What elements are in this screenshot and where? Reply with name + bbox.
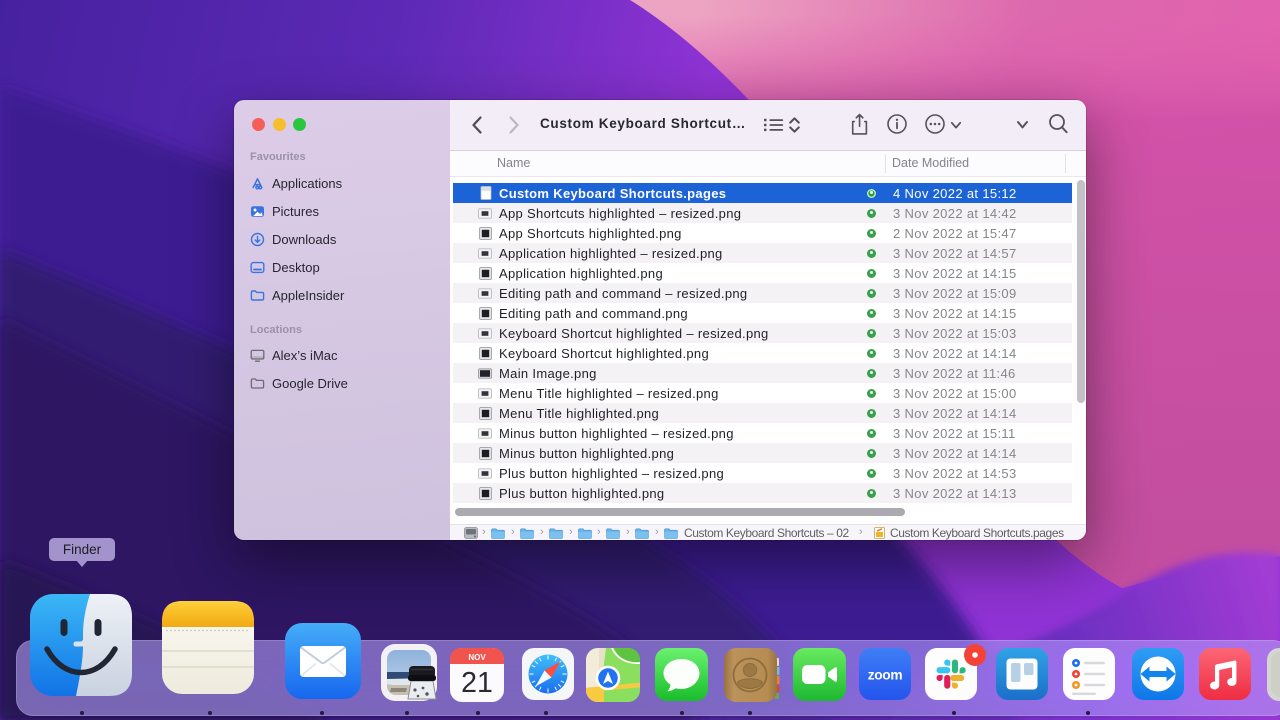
svg-text:zoom: zoom (868, 668, 903, 683)
svg-text:NOV: NOV (468, 653, 486, 662)
svg-text:21: 21 (461, 667, 493, 699)
